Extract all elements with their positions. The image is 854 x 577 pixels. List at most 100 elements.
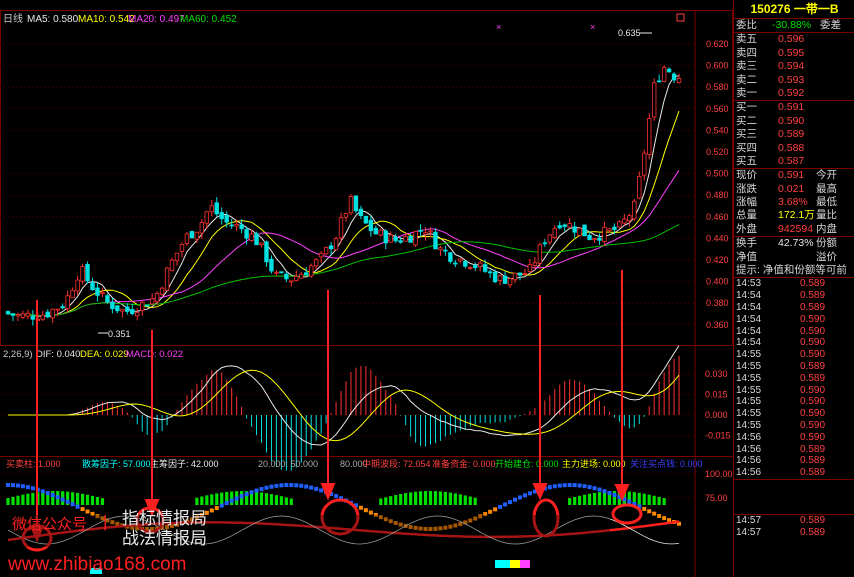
indicator-dot — [60, 497, 65, 502]
indicator-bar — [473, 497, 477, 505]
tick-price: 0.590 — [800, 337, 826, 349]
indicator-bar — [662, 498, 666, 505]
candle-body — [229, 224, 234, 227]
indicator-dot — [498, 504, 503, 509]
indicator-dot — [254, 488, 259, 493]
stat: 总量 172.1万 量比 — [734, 209, 854, 222]
indicator-bar — [384, 497, 388, 505]
indicator-dot — [557, 483, 562, 488]
candle-body — [612, 226, 617, 230]
tick-time: 14:53 — [736, 278, 762, 290]
indicator-bar — [100, 498, 105, 505]
fund-stat: 换手 42.73% 份额 — [734, 237, 854, 250]
tick-price: 0.589 — [800, 290, 826, 302]
dea-line — [8, 369, 680, 442]
macd-param: 2,26,9) — [3, 349, 33, 360]
candle-body — [522, 273, 528, 275]
indicator-dot — [368, 510, 373, 515]
indicator-dot — [65, 499, 70, 504]
sell-order-value: 0.593 — [778, 73, 805, 86]
overlay-wechat: 微信公众号 — [12, 516, 87, 533]
kline-chart[interactable]: 日线 MA5: 0.580 MA10: 0.542 MA20: 0.497 MA… — [0, 0, 733, 577]
sell-order: 卖一 0.592 — [734, 87, 854, 100]
indicator-bar — [289, 498, 293, 505]
price-tick: 0.540 — [706, 125, 729, 135]
stat-value: 942594 — [778, 222, 814, 235]
candle-body — [75, 279, 80, 292]
indicator-bar — [597, 492, 602, 505]
candle-body — [149, 298, 155, 305]
candle-body — [582, 224, 587, 237]
signal-block — [520, 560, 530, 568]
indicator-bar — [399, 494, 403, 505]
tick-price: 0.590 — [800, 325, 826, 337]
fund-stat-label2: 份额 — [816, 237, 837, 250]
ma5-line — [7, 75, 680, 318]
indicator-legend-item: 20.000: 50.000 — [258, 459, 318, 469]
fund-stat-label: 换手 — [736, 237, 757, 250]
fund-stat-value: 42.73% — [778, 237, 814, 250]
macd-tick: -0.015 — [705, 431, 731, 441]
tick-row: 14:55 0.590 — [734, 408, 854, 420]
tick-price: 0.589 — [800, 514, 826, 526]
candle-body — [438, 247, 443, 251]
candle-body — [532, 262, 538, 266]
indicator-bar — [26, 493, 30, 505]
tick-time: 14:56 — [736, 455, 762, 467]
indicator-dot — [75, 504, 80, 509]
indicator-dot — [552, 484, 557, 489]
stat-value: 0.591 — [778, 169, 805, 182]
indicator-dot — [40, 489, 45, 494]
candle-body — [468, 266, 473, 269]
indicator-legend-item: 开始建仓: 0.000 — [495, 458, 559, 469]
tick-time: 14:55 — [736, 419, 762, 431]
candle-body — [517, 272, 523, 276]
macd-tick: 0.030 — [705, 369, 728, 379]
stat: 涨跌 0.021 最高 — [734, 183, 854, 196]
tick-list[interactable]: 14:53 0.589 14:54 0.589 14:54 0.589 14:54 0.590… — [734, 278, 854, 479]
stat: 外盘 942594 内盘 — [734, 223, 854, 236]
stat-label: 涨跌 — [736, 182, 757, 195]
sell-order-value: 0.596 — [778, 33, 805, 46]
tick-price: 0.590 — [800, 349, 826, 361]
indicator-bar — [205, 495, 209, 505]
candle-body — [602, 226, 607, 242]
candle-body — [632, 200, 637, 220]
indicator-dot — [219, 503, 224, 508]
indicator-dot — [627, 499, 632, 504]
tick-list-bottom[interactable]: 14:57 0.589 14:57 0.589 — [734, 515, 854, 539]
candle-body — [249, 233, 254, 241]
candle-body — [502, 275, 508, 284]
candle-body — [120, 308, 125, 312]
indicator-dot — [244, 492, 249, 497]
indicator-bar — [210, 494, 214, 505]
indicator-dot — [527, 491, 532, 496]
indicator-bar — [394, 495, 398, 505]
candle-body — [487, 271, 493, 274]
candle-body — [512, 272, 518, 281]
period-label: 日线 — [3, 12, 23, 25]
stat-label2: 量比 — [816, 209, 837, 222]
candle-body — [189, 231, 195, 239]
candle-body — [318, 252, 324, 258]
candle-body — [214, 202, 219, 215]
buy-order-value: 0.590 — [778, 114, 805, 127]
indicator-bar — [438, 491, 443, 505]
weicha-label: 委差 — [820, 19, 841, 31]
candle-body — [304, 272, 309, 276]
indicator-dot — [547, 485, 552, 490]
indicator-dot — [209, 508, 214, 513]
tick-price: 0.589 — [800, 467, 826, 479]
tick-gap — [734, 478, 854, 515]
indicator-dot — [30, 486, 35, 491]
expand-icon[interactable] — [676, 13, 685, 22]
candle-body — [154, 292, 160, 303]
indicator-dot — [652, 511, 657, 516]
candle-body — [423, 232, 428, 235]
indicator-bar — [195, 497, 199, 505]
price-tick: 0.360 — [706, 320, 729, 330]
tick-time: 14:56 — [736, 443, 762, 455]
candle-body — [492, 271, 498, 283]
stat-label2: 今开 — [816, 169, 837, 182]
tick-time: 14:56 — [736, 431, 762, 443]
